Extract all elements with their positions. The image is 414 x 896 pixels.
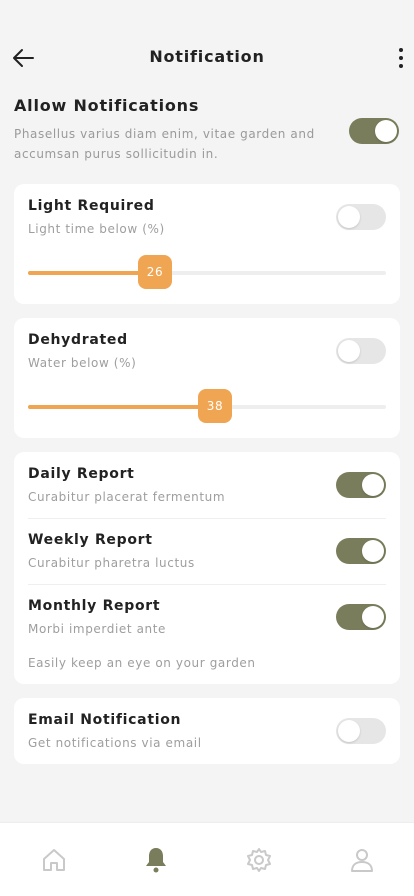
bottom-tab-bar bbox=[0, 822, 414, 896]
allow-notifications-toggle[interactable] bbox=[349, 118, 399, 144]
divider bbox=[28, 518, 386, 519]
toggle-knob bbox=[362, 474, 384, 496]
divider bbox=[28, 584, 386, 585]
light-required-card: Light Required Light time below (%) 26 bbox=[14, 184, 400, 304]
dehydrated-slider-thumb[interactable]: 38 bbox=[198, 389, 232, 423]
toggle-knob bbox=[375, 120, 397, 142]
email-notification-card: Email Notification Get notifications via… bbox=[14, 698, 400, 764]
gear-icon bbox=[247, 848, 271, 872]
monthly-report-toggle[interactable] bbox=[336, 604, 386, 630]
toggle-knob bbox=[362, 606, 384, 628]
more-options-button[interactable] bbox=[394, 44, 408, 72]
light-required-title: Light Required bbox=[28, 198, 155, 214]
tab-profile[interactable] bbox=[347, 845, 377, 875]
more-vertical-icon bbox=[399, 48, 403, 68]
page-title: Notification bbox=[149, 47, 265, 66]
email-notification-toggle[interactable] bbox=[336, 718, 386, 744]
monthly-report-subtitle: Morbi imperdiet ante bbox=[28, 622, 167, 636]
toggle-knob bbox=[362, 540, 384, 562]
header: Notification bbox=[0, 0, 414, 110]
toggle-knob bbox=[338, 340, 360, 362]
tab-settings[interactable] bbox=[244, 845, 274, 875]
daily-report-title: Daily Report bbox=[28, 466, 135, 482]
daily-report-toggle[interactable] bbox=[336, 472, 386, 498]
email-notification-title: Email Notification bbox=[28, 712, 182, 728]
weekly-report-subtitle: Curabitur pharetra luctus bbox=[28, 556, 195, 570]
dehydrated-toggle[interactable] bbox=[336, 338, 386, 364]
tab-home[interactable] bbox=[39, 845, 69, 875]
slider-fill bbox=[28, 405, 215, 409]
allow-notifications-description: Phasellus varius diam enim, vitae garden… bbox=[14, 127, 315, 161]
daily-report-subtitle: Curabitur placerat fermentum bbox=[28, 490, 226, 504]
dehydrated-subtitle: Water below (%) bbox=[28, 356, 137, 370]
dehydrated-title: Dehydrated bbox=[28, 332, 128, 348]
user-icon bbox=[351, 849, 373, 872]
dehydrated-card: Dehydrated Water below (%) 38 bbox=[14, 318, 400, 438]
email-notification-subtitle: Get notifications via email bbox=[28, 736, 202, 750]
reports-card: Daily Report Curabitur placerat fermentu… bbox=[14, 452, 400, 684]
light-required-toggle[interactable] bbox=[336, 204, 386, 230]
dehydrated-slider[interactable]: 38 bbox=[28, 389, 386, 423]
weekly-report-toggle[interactable] bbox=[336, 538, 386, 564]
toggle-knob bbox=[338, 720, 360, 742]
weekly-report-title: Weekly Report bbox=[28, 532, 153, 548]
allow-notifications-title: Allow Notifications bbox=[14, 96, 200, 115]
slider-fill bbox=[28, 271, 155, 275]
light-required-subtitle: Light time below (%) bbox=[28, 222, 165, 236]
bell-icon bbox=[146, 848, 166, 873]
toggle-knob bbox=[338, 206, 360, 228]
tab-notifications[interactable] bbox=[141, 845, 171, 875]
reports-note: Easily keep an eye on your garden bbox=[28, 656, 256, 670]
home-icon bbox=[43, 849, 65, 871]
light-required-slider[interactable]: 26 bbox=[28, 255, 386, 289]
monthly-report-title: Monthly Report bbox=[28, 598, 161, 614]
light-required-slider-thumb[interactable]: 26 bbox=[138, 255, 172, 289]
